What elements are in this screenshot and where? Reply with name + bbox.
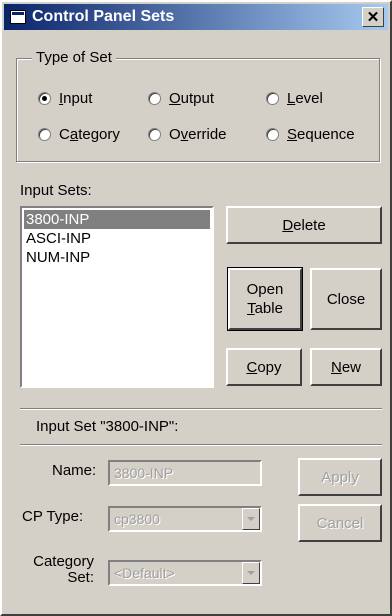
radio-override-dot[interactable]	[148, 128, 161, 141]
radio-input[interactable]: Input	[38, 90, 92, 107]
chevron-down-icon[interactable]	[242, 562, 260, 584]
cp-type-select[interactable]: cp3800	[108, 506, 262, 532]
name-label: Name:	[52, 462, 97, 479]
separator-bottom-highlight	[20, 445, 382, 446]
name-field[interactable]: 3800-INP	[108, 460, 262, 486]
chevron-down-icon[interactable]	[242, 508, 260, 530]
radio-sequence-label: Sequence	[287, 126, 355, 143]
category-set-select[interactable]: <Default>	[108, 560, 262, 586]
open-table-button[interactable]: Open Table	[227, 267, 303, 331]
cp-type-value: cp3800	[114, 511, 160, 527]
list-item-3800-inp[interactable]: 3800-INP	[24, 210, 210, 229]
radio-output[interactable]: Output	[148, 90, 214, 107]
radio-level-label: Level	[287, 90, 323, 107]
new-button[interactable]: New	[310, 348, 382, 386]
radio-sequence-dot[interactable]	[266, 128, 279, 141]
radio-category-dot[interactable]	[38, 128, 51, 141]
radio-category[interactable]: Category	[38, 126, 120, 143]
cp-type-label: CP Type:	[22, 508, 84, 525]
radio-input-label: Input	[59, 90, 93, 107]
copy-button[interactable]: Copy	[226, 348, 302, 386]
list-item-num-inp[interactable]: NUM-INP	[24, 248, 210, 267]
control-panel-sets-window: Control Panel Sets ✕ Type of Set Input O…	[0, 0, 392, 616]
title-bar[interactable]: Control Panel Sets ✕	[4, 4, 388, 30]
radio-input-dot[interactable]	[38, 92, 51, 105]
close-button[interactable]: Close	[310, 268, 382, 330]
radio-override-label: Override	[169, 126, 227, 143]
radio-level-dot[interactable]	[266, 92, 279, 105]
radio-sequence[interactable]: Sequence	[266, 126, 355, 143]
close-window-icon[interactable]: ✕	[362, 7, 384, 27]
list-item-asci-inp[interactable]: ASCI-INP	[24, 229, 210, 248]
radio-output-dot[interactable]	[148, 92, 161, 105]
category-set-value: <Default>	[114, 565, 175, 581]
input-set-details-header: Input Set "3800-INP":	[36, 418, 179, 435]
delete-button[interactable]: Delete	[226, 206, 382, 244]
radio-override[interactable]: Override	[148, 126, 227, 143]
radio-output-label: Output	[169, 90, 215, 107]
radio-level[interactable]: Level	[266, 90, 323, 107]
category-set-label: Category Set:	[33, 553, 94, 586]
separator-top-highlight	[20, 409, 382, 410]
input-sets-label: Input Sets:	[20, 182, 92, 199]
type-of-set-label: Type of Set	[32, 49, 116, 66]
window-title: Control Panel Sets	[32, 8, 175, 25]
type-of-set-group	[16, 58, 380, 162]
window-app-icon	[10, 10, 26, 24]
apply-button[interactable]: Apply	[298, 458, 382, 496]
input-sets-listbox[interactable]: 3800-INP ASCI-INP NUM-INP	[20, 206, 214, 388]
cancel-button[interactable]: Cancel	[298, 504, 382, 542]
radio-category-label: Category	[59, 126, 120, 143]
